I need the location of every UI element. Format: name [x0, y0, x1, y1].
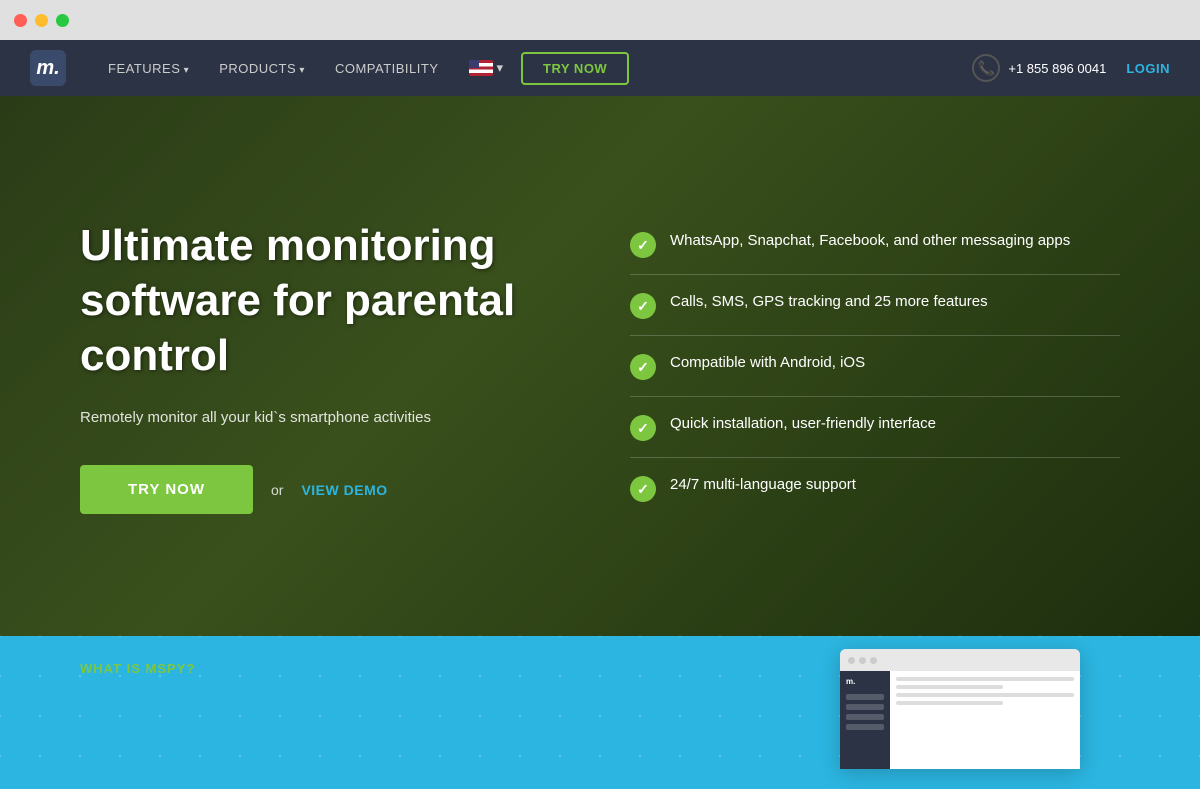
logo-icon: m.	[30, 50, 66, 86]
mockup-body: m.	[840, 671, 1080, 769]
feature-text-4: 24/7 multi-language support	[670, 474, 856, 495]
mockup-titlebar	[840, 649, 1080, 671]
app-mockup: m.	[840, 649, 1120, 789]
mac-maximize-dot[interactable]	[56, 14, 69, 27]
hero-features-list: ✓ WhatsApp, Snapchat, Facebook, and othe…	[570, 214, 1120, 518]
mockup-main	[890, 671, 1080, 769]
what-is-mspy-label: WHAT IS MSPY?	[80, 660, 195, 678]
hero-subtitle: Remotely monitor all your kid`s smartpho…	[80, 407, 570, 430]
mockup-sidebar-item-3	[846, 714, 884, 720]
check-icon-3: ✓	[630, 415, 656, 441]
mockup-dot-2	[859, 657, 866, 664]
feature-text-0: WhatsApp, Snapchat, Facebook, and other …	[670, 230, 1070, 251]
hero-or-label: or	[271, 482, 283, 498]
check-icon-0: ✓	[630, 232, 656, 258]
mac-minimize-dot[interactable]	[35, 14, 48, 27]
check-icon-1: ✓	[630, 293, 656, 319]
feature-text-3: Quick installation, user-friendly interf…	[670, 413, 936, 434]
flag-us-icon	[469, 60, 493, 76]
hero-title: Ultimate monitoring software for parenta…	[80, 218, 570, 383]
nav-links: FEATURES PRODUCTS COMPATIBILITY ▾ TRY NO…	[96, 52, 972, 85]
mockup-line-2	[896, 685, 1003, 689]
browser-mockup: m.	[840, 649, 1080, 769]
nav-products[interactable]: PRODUCTS	[207, 55, 317, 82]
mockup-dot-3	[870, 657, 877, 664]
mockup-sidebar-item-2	[846, 704, 884, 710]
mockup-sidebar-item-1	[846, 694, 884, 700]
logo[interactable]: m.	[30, 50, 66, 86]
hero-actions: TRY NOW or VIEW DEMO	[80, 465, 570, 514]
feature-item-2: ✓ Compatible with Android, iOS	[630, 336, 1120, 397]
feature-item-3: ✓ Quick installation, user-friendly inte…	[630, 397, 1120, 458]
hero-view-demo-link[interactable]: VIEW DEMO	[301, 482, 387, 498]
feature-text-2: Compatible with Android, iOS	[670, 352, 865, 373]
mockup-logo-text: m.	[846, 677, 884, 686]
mac-close-dot[interactable]	[14, 14, 27, 27]
mockup-line-4	[896, 701, 1003, 705]
mockup-sidebar-item-4	[846, 724, 884, 730]
nav-right: 📞 +1 855 896 0041 LOGIN	[972, 54, 1170, 82]
login-button[interactable]: LOGIN	[1126, 61, 1170, 76]
mockup-sidebar: m.	[840, 671, 890, 769]
phone-icon: 📞	[972, 54, 1000, 82]
hero-try-now-button[interactable]: TRY NOW	[80, 465, 253, 514]
flag-arrow-icon: ▾	[497, 60, 504, 76]
phone-number: +1 855 896 0041	[1008, 61, 1106, 76]
hero-content: Ultimate monitoring software for parenta…	[0, 96, 1200, 636]
bottom-section: WHAT IS MSPY? m.	[0, 636, 1200, 789]
feature-item-0: ✓ WhatsApp, Snapchat, Facebook, and othe…	[630, 214, 1120, 275]
hero-left: Ultimate monitoring software for parenta…	[80, 218, 570, 515]
hero-section: Ultimate monitoring software for parenta…	[0, 96, 1200, 636]
nav-features[interactable]: FEATURES	[96, 55, 201, 82]
phone-section: 📞 +1 855 896 0041	[972, 54, 1106, 82]
navbar-try-now-button[interactable]: TRY NOW	[521, 52, 629, 85]
nav-compatibility[interactable]: COMPATIBILITY	[323, 55, 451, 82]
navbar: m. FEATURES PRODUCTS COMPATIBILITY ▾ TRY…	[0, 40, 1200, 96]
mockup-line-3	[896, 693, 1074, 697]
feature-text-1: Calls, SMS, GPS tracking and 25 more fea…	[670, 291, 988, 312]
mac-titlebar	[0, 0, 1200, 40]
feature-item-4: ✓ 24/7 multi-language support	[630, 458, 1120, 518]
feature-item-1: ✓ Calls, SMS, GPS tracking and 25 more f…	[630, 275, 1120, 336]
language-selector[interactable]: ▾	[457, 54, 516, 82]
check-icon-4: ✓	[630, 476, 656, 502]
mockup-line-1	[896, 677, 1074, 681]
check-icon-2: ✓	[630, 354, 656, 380]
mockup-dot-1	[848, 657, 855, 664]
